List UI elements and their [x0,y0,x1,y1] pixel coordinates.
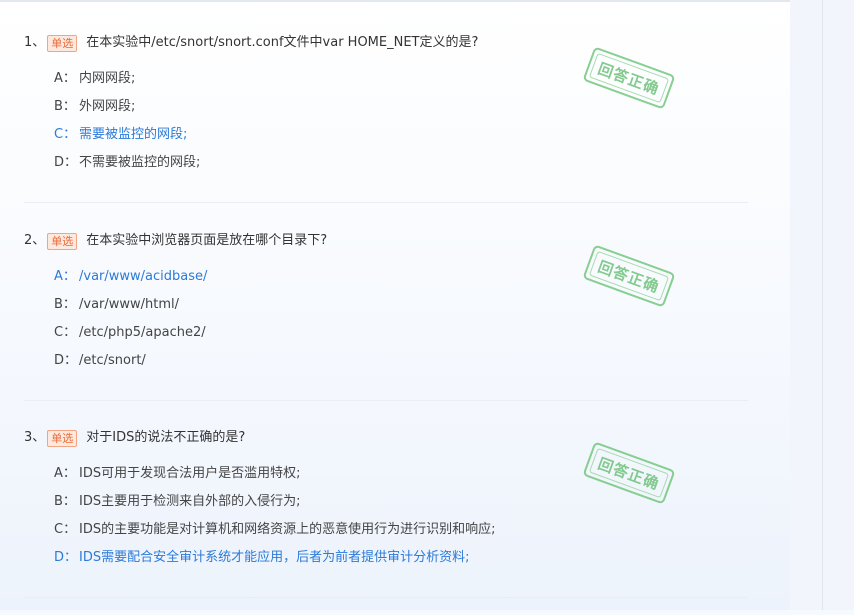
question-number: 2、 [24,233,46,248]
option-text: IDS可用于发现合法用户是否滥用特权; [79,466,301,481]
option-text: /etc/snort/ [79,353,146,368]
question-number: 1、 [24,35,46,50]
correct-answer-stamp: 回答正确 [582,46,676,110]
option-text: 不需要被监控的网段; [79,155,201,170]
option-b: B： IDS主要用于检测来自外部的入侵行为; [54,488,495,516]
quiz-results-panel: 1、 单选 在本实验中/etc/snort/snort.conf文件中var H… [0,0,790,610]
option-letter: A： [54,71,76,86]
option-letter: D： [54,550,78,565]
option-letter: C： [54,325,77,340]
correct-answer-stamp: 回答正确 [582,244,676,308]
option-text: /etc/php5/apache2/ [79,325,206,340]
scroll-rail [822,0,823,610]
option-letter: B： [54,494,76,509]
option-d-correct: D： IDS需要配合安全审计系统才能应用，后者为前者提供审计分析资料; [54,544,495,572]
question-text: 对于IDS的说法不正确的是? [86,430,246,445]
option-a: A： 内网网段; [54,65,200,93]
option-c: C： IDS的主要功能是对计算机和网络资源上的恶意使用行为进行识别和响应; [54,516,495,544]
single-choice-badge: 单选 [47,232,78,250]
question-number: 3、 [24,430,46,445]
option-text: IDS主要用于检测来自外部的入侵行为; [79,494,301,509]
option-d: D： 不需要被监控的网段; [54,149,200,177]
question-text: 在本实验中浏览器页面是放在哪个目录下? [86,233,328,248]
option-letter: B： [54,99,76,114]
option-text: /var/www/html/ [79,297,180,312]
option-text: IDS的主要功能是对计算机和网络资源上的恶意使用行为进行识别和响应; [79,522,496,537]
option-list: A： 内网网段; B： 外网网段; C： 需要被监控的网段; D： 不需要被监控的网段; [54,65,200,177]
option-text: 内网网段; [79,71,136,86]
option-letter: A： [54,466,76,481]
question-card: 3、 单选 对于IDS的说法不正确的是? A： IDS可用于发现合法用户是否滥用特… [24,425,748,615]
option-letter: A： [54,269,76,284]
option-letter: C： [54,127,77,142]
option-text: IDS需要配合安全审计系统才能应用，后者为前者提供审计分析资料; [79,550,470,565]
question-header: 1、 单选 在本实验中/etc/snort/snort.conf文件中var H… [24,30,478,56]
option-b: B： 外网网段; [54,93,200,121]
option-text: /var/www/acidbase/ [79,269,208,284]
option-letter: B： [54,297,76,312]
option-letter: C： [54,522,77,537]
question-header: 3、 单选 对于IDS的说法不正确的是? [24,425,245,451]
option-b: B：/var/www/html/ [54,291,207,319]
option-c: C：/etc/php5/apache2/ [54,319,207,347]
option-list: A： IDS可用于发现合法用户是否滥用特权; B： IDS主要用于检测来自外部的入侵… [54,460,495,572]
option-a-correct: A：/var/www/acidbase/ [54,263,207,291]
question-card: 1、 单选 在本实验中/etc/snort/snort.conf文件中var H… [24,30,748,220]
single-choice-badge: 单选 [47,34,78,52]
question-divider [24,597,748,598]
option-letter: D： [54,155,78,170]
option-a: A： IDS可用于发现合法用户是否滥用特权; [54,460,495,488]
option-c-correct: C： 需要被监控的网段; [54,121,200,149]
question-divider [24,202,748,203]
option-text: 外网网段; [79,99,136,114]
question-card: 2、 单选 在本实验中浏览器页面是放在哪个目录下? A：/var/www/aci… [24,228,748,418]
question-header: 2、 单选 在本实验中浏览器页面是放在哪个目录下? [24,228,327,254]
question-divider [24,400,748,401]
single-choice-badge: 单选 [47,429,78,447]
option-letter: D： [54,353,78,368]
option-d: D：/etc/snort/ [54,347,207,375]
correct-answer-stamp: 回答正确 [582,441,676,505]
question-text: 在本实验中/etc/snort/snort.conf文件中var HOME_NE… [86,35,479,50]
option-list: A：/var/www/acidbase/ B：/var/www/html/ C：… [54,263,207,375]
option-text: 需要被监控的网段; [79,127,188,142]
